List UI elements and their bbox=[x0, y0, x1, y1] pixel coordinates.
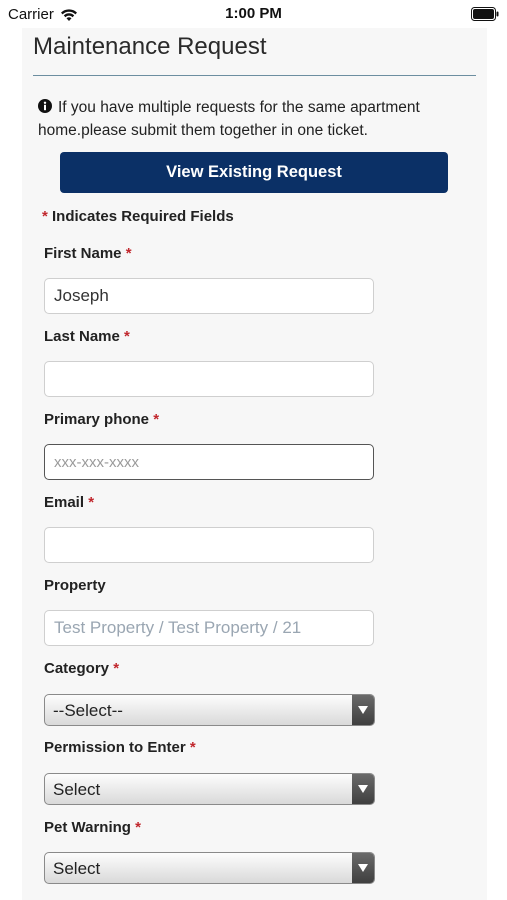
last-name-label-text: Last Name bbox=[44, 328, 120, 345]
required-star: * bbox=[153, 411, 160, 428]
email-label-text: Email bbox=[44, 494, 85, 511]
email-label: Email * bbox=[44, 494, 94, 511]
form-container: Maintenance Request If you have multiple… bbox=[22, 28, 487, 900]
required-star: * bbox=[88, 494, 95, 511]
view-existing-request-button[interactable]: View Existing Request bbox=[60, 152, 448, 193]
required-star: * bbox=[124, 328, 130, 345]
property-input[interactable] bbox=[44, 610, 374, 646]
dropdown-arrow bbox=[352, 774, 374, 804]
property-label-text: Property bbox=[44, 577, 106, 594]
primary-phone-label-text: Primary phone bbox=[44, 411, 150, 428]
category-select[interactable]: --Select-- bbox=[44, 694, 375, 726]
permission-selected-value: Select bbox=[53, 780, 101, 799]
primary-phone-input[interactable] bbox=[44, 444, 374, 480]
clock: 1:00 PM bbox=[225, 5, 282, 22]
dropdown-arrow bbox=[352, 695, 374, 725]
page-title: Maintenance Request bbox=[33, 33, 267, 60]
required-note-text: Indicates Required Fields bbox=[52, 208, 234, 225]
category-selected-value: --Select-- bbox=[53, 701, 123, 720]
required-star: * bbox=[189, 739, 196, 756]
pet-warning-select[interactable]: Select bbox=[44, 852, 375, 884]
info-note-text: If you have multiple requests for the sa… bbox=[38, 99, 420, 139]
battery-icon bbox=[471, 7, 499, 21]
info-note: If you have multiple requests for the sa… bbox=[38, 96, 468, 142]
first-name-input[interactable] bbox=[44, 278, 374, 314]
pet-warning-label-text: Pet Warning bbox=[44, 819, 131, 836]
first-name-label: First Name * bbox=[44, 245, 132, 262]
permission-to-enter-select[interactable]: Select bbox=[44, 773, 375, 805]
status-bar: Carrier 1:00 PM bbox=[0, 0, 507, 28]
required-star: * bbox=[42, 208, 48, 225]
required-fields-note: * Indicates Required Fields bbox=[42, 208, 234, 225]
triangle-down-icon bbox=[358, 706, 368, 714]
email-input[interactable] bbox=[44, 527, 374, 563]
title-divider bbox=[33, 75, 476, 76]
pet-warning-label: Pet Warning * bbox=[44, 819, 141, 836]
permission-to-enter-label: Permission to Enter * bbox=[44, 739, 196, 756]
required-star: * bbox=[113, 660, 120, 677]
triangle-down-icon bbox=[358, 864, 368, 872]
required-star: * bbox=[135, 819, 141, 836]
primary-phone-label: Primary phone * bbox=[44, 411, 159, 428]
permission-to-enter-label-text: Permission to Enter bbox=[44, 739, 186, 756]
last-name-label: Last Name * bbox=[44, 328, 130, 345]
info-circle-icon bbox=[38, 99, 52, 113]
property-label: Property bbox=[44, 577, 106, 594]
required-star: * bbox=[125, 245, 132, 262]
pet-warning-selected-value: Select bbox=[53, 859, 101, 878]
category-label: Category * bbox=[44, 660, 119, 677]
category-label-text: Category bbox=[44, 660, 110, 677]
last-name-input[interactable] bbox=[44, 361, 374, 397]
triangle-down-icon bbox=[358, 785, 368, 793]
first-name-label-text: First Name bbox=[44, 245, 122, 262]
dropdown-arrow bbox=[352, 853, 374, 883]
